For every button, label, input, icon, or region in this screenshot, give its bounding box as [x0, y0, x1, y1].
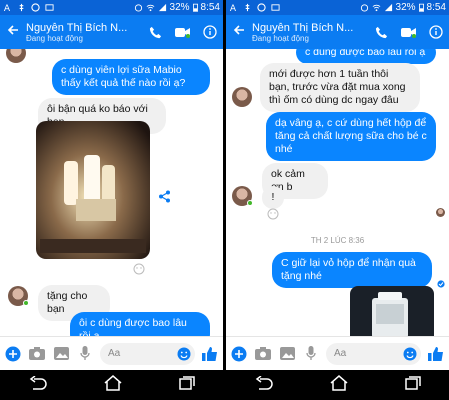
camera-icon[interactable] [254, 345, 272, 363]
message-placeholder: Aa [108, 348, 121, 359]
gallery-icon[interactable] [52, 345, 70, 363]
messenger-notif-icon [31, 3, 40, 12]
nav-back-icon[interactable] [29, 374, 47, 395]
sent-check-icon [437, 275, 445, 293]
shared-photo[interactable] [36, 121, 150, 259]
like-icon[interactable] [201, 345, 219, 363]
like-icon[interactable] [427, 345, 445, 363]
message-list[interactable]: c dùng viên lợi sữa Mabio thấy kết quả t… [0, 49, 223, 336]
signal-icon [158, 3, 166, 12]
seen-avatar [436, 208, 445, 217]
battery-percent: 32% [395, 2, 416, 13]
contact-status: Đang hoạt động [26, 33, 83, 43]
message-timestamp: TH 2 LÚC 8:36 [310, 236, 365, 245]
emoji-icon[interactable] [177, 347, 191, 361]
emoji-icon[interactable] [403, 347, 417, 361]
usb-icon [19, 3, 24, 12]
message-bubble[interactable]: mới được hơn 1 tuần thôi bạn, trước vừa … [260, 63, 420, 112]
gallery-icon[interactable] [278, 345, 296, 363]
contact-name: Nguyễn Thị Bích N... [252, 21, 354, 34]
notification-a-icon: A [4, 4, 11, 12]
phone-icon[interactable] [142, 26, 169, 39]
info-icon[interactable] [422, 25, 449, 39]
online-indicator [23, 300, 29, 306]
nav-back-icon[interactable] [255, 374, 273, 395]
usb-icon [245, 3, 250, 12]
android-nav-bar [0, 370, 223, 400]
battery-icon [192, 3, 198, 12]
shared-photo[interactable] [350, 286, 434, 336]
battery-icon [418, 3, 424, 12]
message-bubble[interactable]: C giữ lại vỏ hộp để nhận quà tặng nhé [272, 252, 432, 288]
online-indicator [247, 200, 253, 206]
message-input[interactable]: Aa [326, 342, 421, 365]
status-bar: A 32% 8:54 [226, 0, 449, 15]
message-bubble[interactable]: c dùng viên lợi sữa Mabio thấy kết quả t… [52, 59, 210, 95]
nav-home-icon[interactable] [330, 374, 348, 396]
add-reaction-icon[interactable] [133, 262, 145, 280]
wifi-icon [146, 4, 154, 12]
clock-time: 8:54 [426, 2, 446, 13]
message-composer: Aa [0, 336, 223, 370]
messenger-notif-icon [257, 3, 266, 12]
right-screen: A 32% 8:54 Nguyễn Thị Bích N... Đang hoạ… [226, 0, 449, 400]
nav-home-icon[interactable] [104, 374, 122, 396]
image-notif-icon [45, 4, 54, 11]
plus-icon[interactable] [230, 345, 248, 363]
contact-info[interactable]: Nguyễn Thị Bích N... Đang hoạt động [26, 22, 142, 43]
image-notif-icon [271, 4, 280, 11]
alarm-icon [360, 4, 368, 12]
back-arrow-icon[interactable] [226, 23, 252, 41]
alarm-icon [134, 4, 142, 12]
status-bar: A 32% 8:54 [0, 0, 223, 15]
wifi-icon [372, 4, 380, 12]
phone-icon[interactable] [368, 26, 395, 39]
avatar [232, 87, 252, 107]
clock-time: 8:54 [200, 2, 220, 13]
conversation-header: Nguyễn Thị Bích N... Đang hoạt động [0, 15, 223, 49]
video-icon[interactable] [169, 27, 196, 38]
contact-info[interactable]: Nguyễn Thị Bích N... Đang hoạt động [252, 22, 368, 43]
contact-status: Đang hoạt động [252, 33, 309, 43]
conversation-header: Nguyễn Thị Bích N... Đang hoạt động [226, 15, 449, 49]
message-composer: Aa [226, 336, 449, 370]
add-reaction-icon[interactable] [267, 207, 279, 225]
message-bubble[interactable]: ! [262, 186, 284, 209]
camera-icon[interactable] [28, 345, 46, 363]
info-icon[interactable] [196, 25, 223, 39]
contact-name: Nguyễn Thị Bích N... [26, 21, 128, 34]
notification-a-icon: A [230, 4, 237, 12]
avatar [6, 49, 26, 63]
message-bubble[interactable]: ôi c dùng được bao lâu rồi ạ [70, 312, 210, 336]
mic-icon[interactable] [76, 345, 94, 363]
nav-recents-icon[interactable] [178, 375, 195, 395]
message-list[interactable]: c dùng được bao lâu rồi ạ mới được hơn 1… [226, 49, 449, 336]
nav-recents-icon[interactable] [404, 375, 421, 395]
svg-text:A: A [4, 4, 11, 12]
plus-icon[interactable] [4, 345, 22, 363]
message-placeholder: Aa [334, 348, 347, 359]
message-input[interactable]: Aa [100, 342, 195, 365]
android-nav-bar [226, 370, 449, 400]
message-bubble[interactable]: c dùng được bao lâu rồi ạ [296, 49, 436, 64]
message-bubble[interactable]: dạ vâng ạ, c cứ dùng hết hộp để tăng cả … [266, 112, 436, 161]
signal-icon [384, 3, 392, 12]
svg-text:A: A [230, 4, 237, 12]
share-icon[interactable] [158, 190, 171, 208]
back-arrow-icon[interactable] [0, 23, 26, 41]
left-screen: A 32% 8:54 Nguyễn Thị Bích N... Đang hoạ… [0, 0, 223, 400]
video-icon[interactable] [395, 27, 422, 38]
battery-percent: 32% [169, 2, 190, 13]
mic-icon[interactable] [302, 345, 320, 363]
